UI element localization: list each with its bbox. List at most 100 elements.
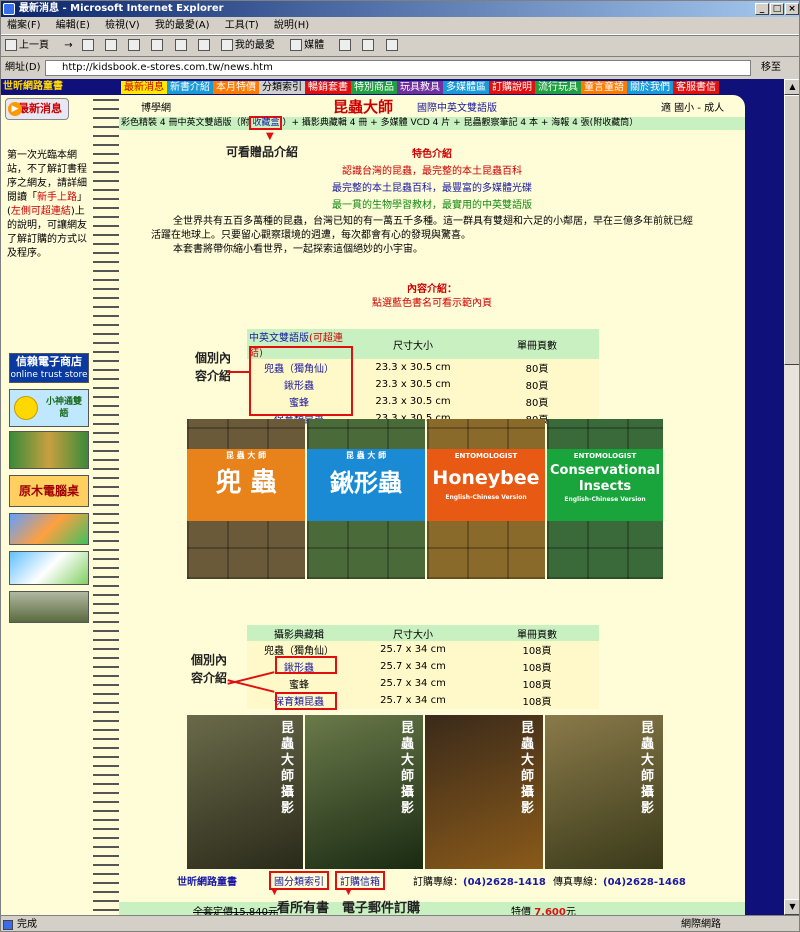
feature-line: 最一貫的生物學習教材，最實用的中英雙語版: [332, 200, 532, 211]
table-header: 單冊頁數: [475, 329, 599, 359]
menu-help[interactable]: 說明(H): [268, 17, 315, 35]
back-button[interactable]: 上一頁: [5, 36, 55, 56]
forward-button[interactable]: →: [64, 36, 72, 56]
status-text: 完成: [17, 919, 37, 930]
highlight-box: [275, 656, 337, 674]
address-input[interactable]: http://kidsbook.e-stores.com.tw/news.htm: [45, 60, 751, 76]
address-label: 網址(D): [5, 62, 41, 73]
highlight-box: [249, 346, 353, 416]
collection-box-link[interactable]: 收藏盒: [249, 116, 283, 130]
copy-icon: [174, 39, 187, 51]
category-index-link[interactable]: 國分類索引: [269, 871, 329, 890]
nav-item[interactable]: 新書介紹: [167, 81, 213, 94]
red-arrow-icon: [227, 371, 249, 373]
refresh-button[interactable]: [104, 36, 119, 56]
special-price: 特價 7,600元: [511, 907, 576, 915]
scroll-down-icon[interactable]: ▼: [784, 899, 799, 915]
cut-button[interactable]: [151, 36, 165, 56]
menu-view[interactable]: 檢視(V): [99, 17, 146, 35]
book-cover-stag-beetle[interactable]: 昆 蟲 大 師鍬形蟲: [307, 419, 425, 579]
title-bar: 最新消息 - Microsoft Internet Explorer _ □ ×: [1, 1, 799, 17]
highlight-box: [275, 692, 337, 710]
latest-news-badge[interactable]: ▶ 最新消息: [5, 98, 69, 120]
book-cover-conservational[interactable]: ENTOMOLOGIST Conservational Insects Englis…: [547, 419, 663, 579]
cover-row-photo: 昆蟲大師攝影 昆蟲大師攝影 昆蟲大師攝影 昆蟲大師攝影: [187, 715, 663, 869]
arrow-right-icon: ▶: [8, 102, 22, 116]
trust-store-banner[interactable]: 信賴電子商店 online trust store: [9, 353, 89, 383]
kids-banner[interactable]: [9, 551, 89, 585]
wooden-desk-banner[interactable]: 原木電腦桌: [9, 475, 89, 507]
table-header: 尺寸大小: [351, 625, 475, 641]
book-cover-beetle[interactable]: 昆 蟲 大 師兜 蟲: [187, 419, 305, 579]
nav-item[interactable]: 多媒體區: [443, 81, 489, 94]
photo-cover-honeybee[interactable]: 昆蟲大師攝影: [425, 715, 543, 869]
close-button[interactable]: ×: [785, 3, 799, 15]
internet-zone: 網際網路: [681, 919, 721, 930]
scroll-thumb[interactable]: [784, 95, 799, 365]
menu-favorites[interactable]: 我的最愛(A): [149, 17, 216, 35]
favorites-button[interactable]: 我的最愛: [220, 36, 281, 56]
browser-window: 最新消息 - Microsoft Internet Explorer _ □ ×…: [0, 0, 800, 932]
features-block: 特色介紹 認識台灣的昆蟲，最完整的本土昆蟲百科 最完整的本土昆蟲百科，最豐富的多…: [119, 147, 745, 214]
back-arrow-icon: [5, 39, 17, 51]
nav-item[interactable]: 訂購說明: [489, 81, 535, 94]
print-button[interactable]: [362, 36, 376, 56]
original-price: 全套定價15,840元: [193, 907, 278, 915]
nav-item[interactable]: 玩具教具: [397, 81, 443, 94]
stop-button[interactable]: [81, 36, 96, 56]
menu-tools[interactable]: 工具(T): [219, 17, 265, 35]
minimize-button[interactable]: _: [755, 3, 769, 15]
newbie-link[interactable]: 新手上路: [37, 192, 77, 203]
nav-item[interactable]: 客服書信: [673, 81, 719, 94]
table-header: 單冊頁數: [475, 625, 599, 641]
product-banner[interactable]: [9, 431, 89, 469]
stop-icon: [81, 39, 94, 51]
site-logo[interactable]: 世昕網路童書: [3, 81, 115, 93]
mascot-icon: [14, 396, 38, 420]
printer-icon: [362, 39, 375, 51]
down-arrow-icon: ▼: [266, 131, 274, 142]
maximize-button[interactable]: □: [770, 3, 784, 15]
mail-button[interactable]: [339, 36, 353, 56]
edit-button[interactable]: [385, 36, 400, 56]
go-button[interactable]: 移至: [761, 58, 799, 78]
individual-note: 個別內容介紹: [195, 351, 232, 383]
nav-item[interactable]: 流行玩具: [535, 81, 581, 94]
down-arrow-icon: ▼: [345, 887, 352, 897]
nav-item[interactable]: 本月特價: [213, 81, 259, 94]
photo-cover-stag-beetle[interactable]: 昆蟲大師攝影: [305, 715, 423, 869]
media-button[interactable]: 媒體: [290, 36, 330, 56]
footer-site[interactable]: 世昕網路童書: [177, 873, 237, 888]
sidebar-intro: 第一次光臨本網站，不了解訂書程序之網友，請詳細閱讀「新手上路」(左側可超連結)上…: [7, 150, 87, 259]
toolbar: 上一頁 → 我的最愛 媒體: [1, 35, 799, 57]
features-title: 特色介紹: [412, 149, 452, 160]
nav-item[interactable]: 特別商品: [351, 81, 397, 94]
home-button[interactable]: [128, 36, 142, 56]
vertical-scrollbar[interactable]: ▲ ▼: [784, 79, 799, 915]
copy-button[interactable]: [174, 36, 189, 56]
sidebar: ▶ 最新消息 第一次光臨本網站，不了解訂書程序之網友，請詳細閱讀「新手上路」(左…: [1, 95, 93, 915]
toys-banner[interactable]: [9, 513, 89, 545]
nav-item[interactable]: 分類索引: [259, 81, 305, 94]
scroll-up-icon[interactable]: ▲: [784, 79, 799, 95]
page-icon: [3, 920, 13, 930]
xiaoshentong-banner[interactable]: 小神通雙語: [9, 389, 89, 427]
table-header: 尺寸大小: [351, 329, 475, 359]
edit-icon: [385, 39, 398, 51]
photo-cover-conservational[interactable]: 昆蟲大師攝影: [545, 715, 663, 869]
page-subtitle: 國際中英文雙語版: [417, 103, 497, 114]
menu-edit[interactable]: 編輯(E): [50, 17, 96, 35]
left-link-note[interactable]: 左側可超連結: [11, 206, 71, 217]
photo-cover-beetle[interactable]: 昆蟲大師攝影: [187, 715, 303, 869]
nav-item[interactable]: 最新消息: [121, 81, 167, 94]
menu-file[interactable]: 檔案(F): [1, 17, 47, 35]
duck-banner[interactable]: [9, 591, 89, 623]
paste-button[interactable]: [197, 36, 212, 56]
nav-item[interactable]: 關於我們: [627, 81, 673, 94]
home-icon: [128, 39, 141, 51]
nav-item[interactable]: 暢銷套書: [305, 81, 351, 94]
address-bar: 網址(D) http://kidsbook.e-stores.com.tw/ne…: [1, 58, 799, 78]
order-mail-link[interactable]: 訂購信箱: [335, 871, 385, 890]
nav-item[interactable]: 童言童語: [581, 81, 627, 94]
book-cover-honeybee[interactable]: ENTOMOLOGIST Honeybee English-Chinese Vers…: [427, 419, 545, 579]
